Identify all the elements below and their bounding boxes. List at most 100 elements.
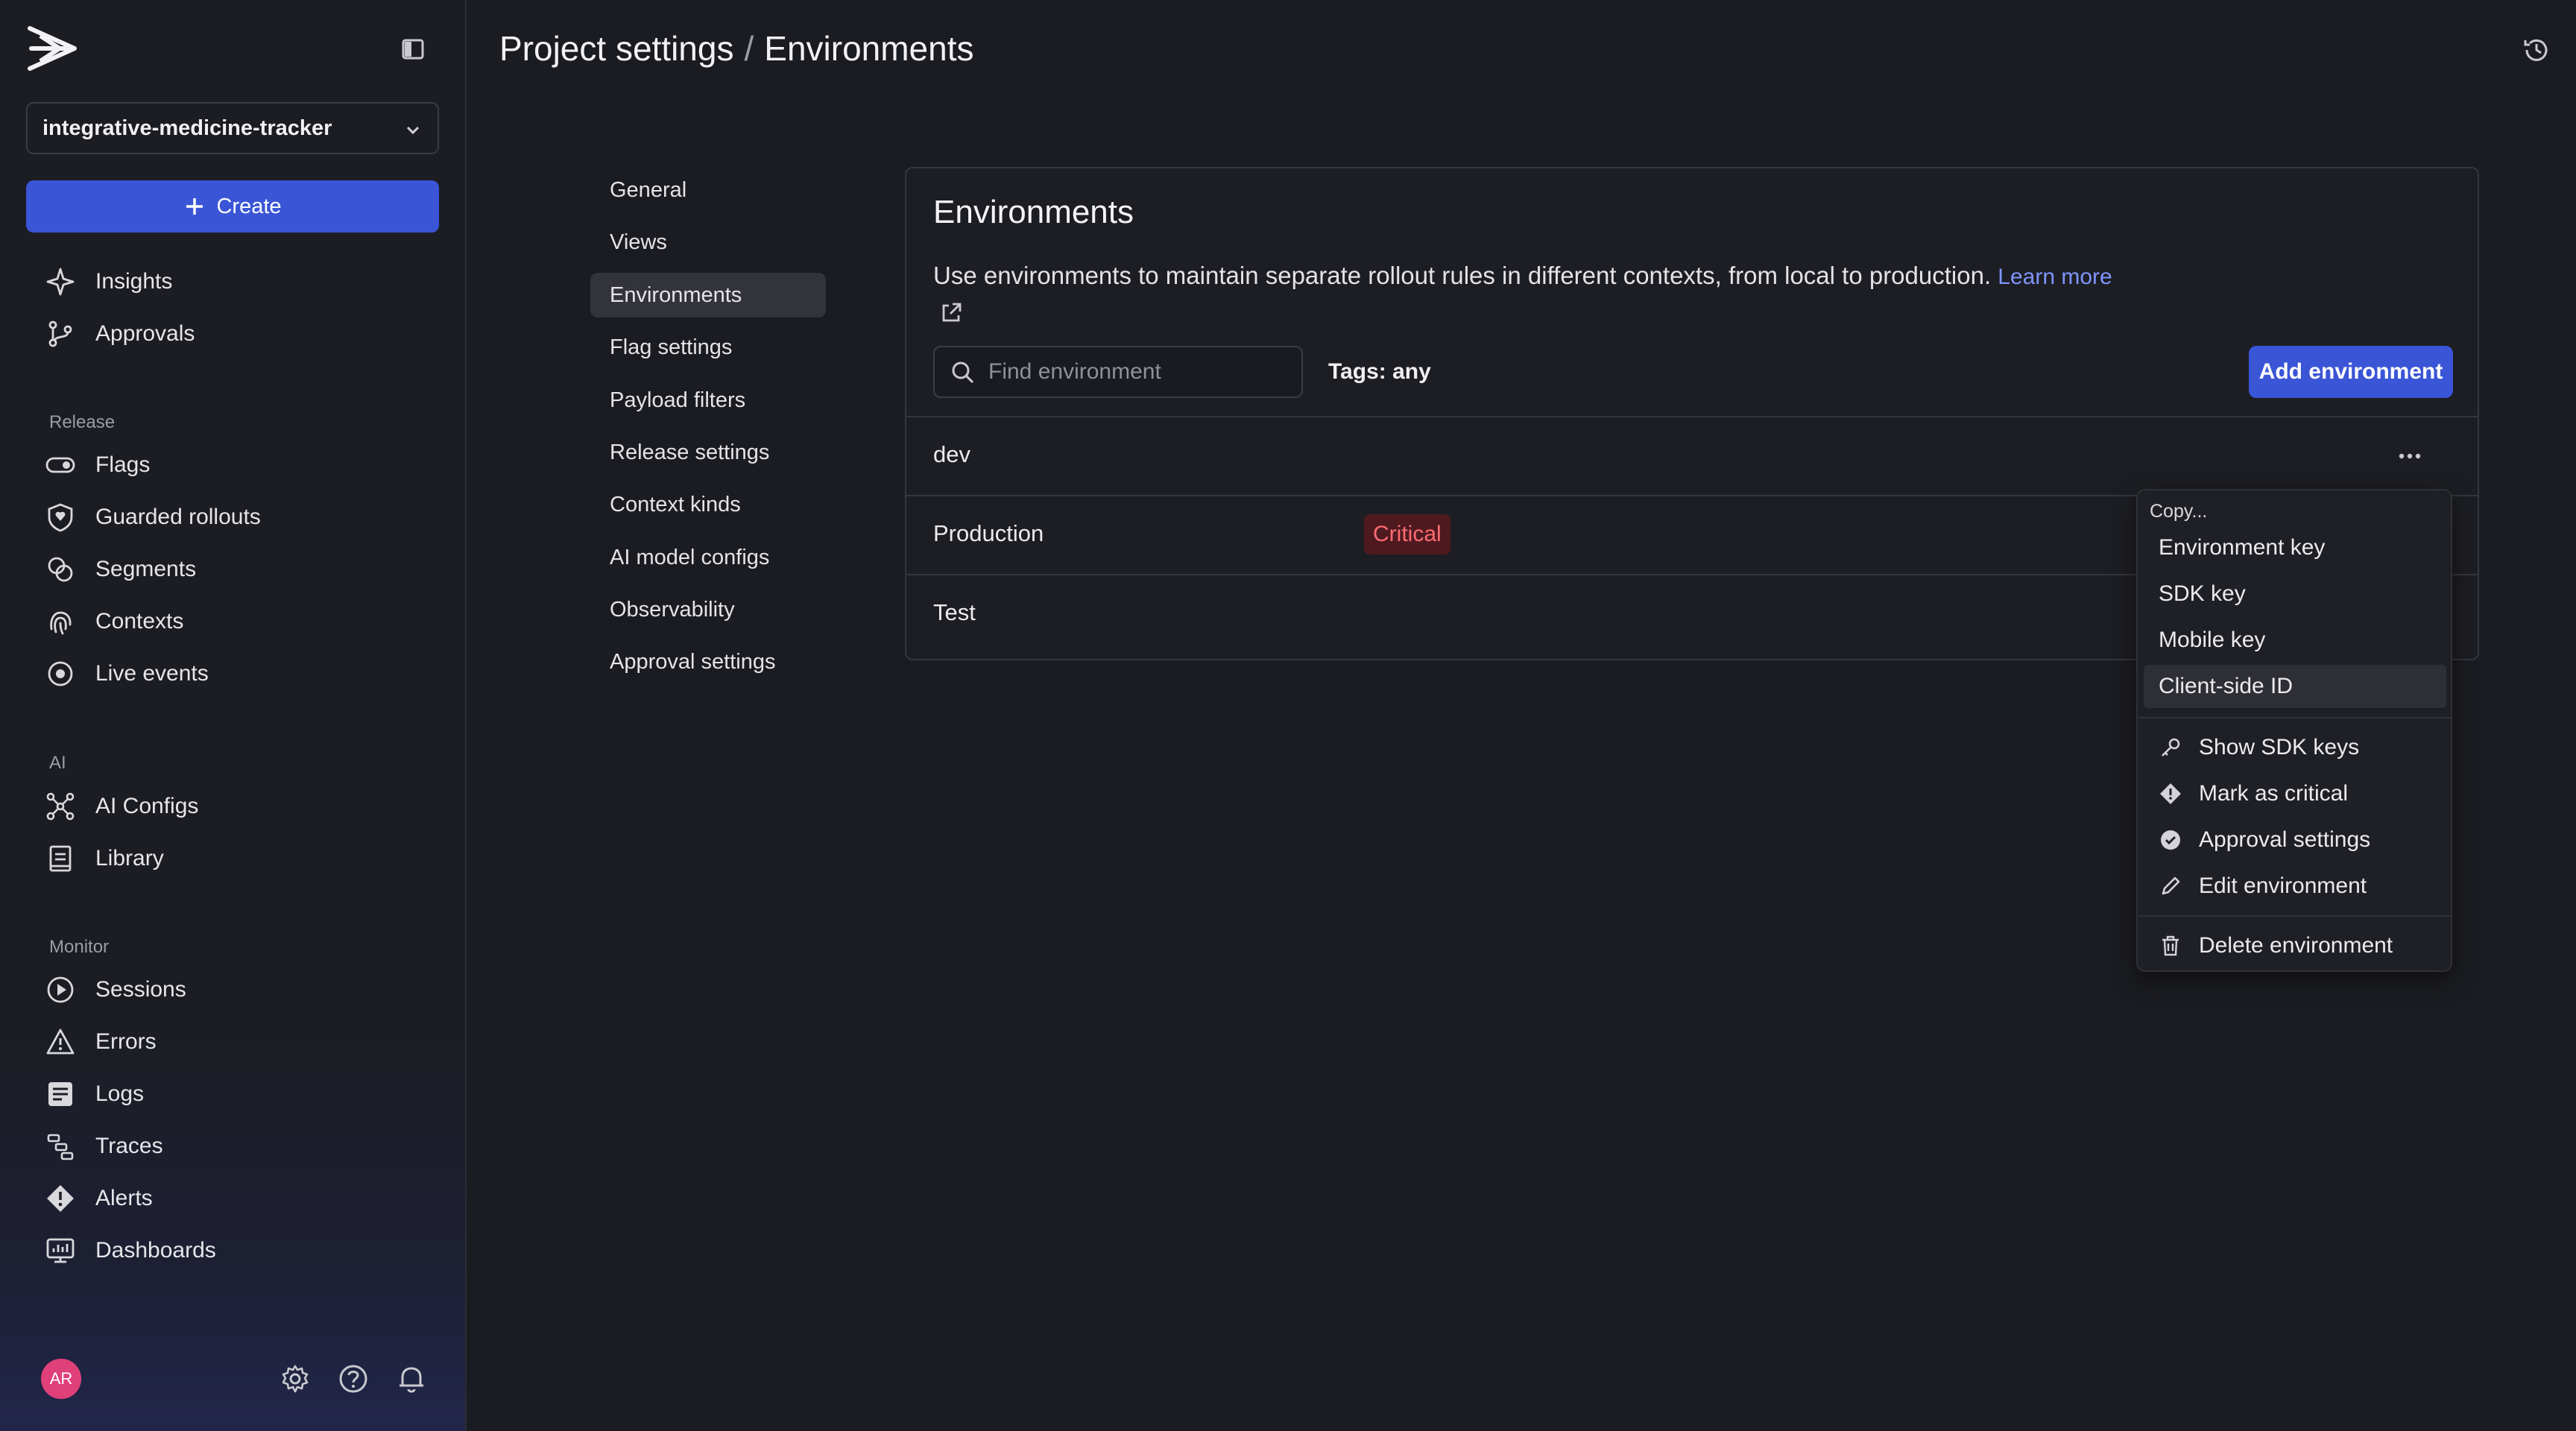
menu-item-approval-settings[interactable]: Approval settings xyxy=(2144,818,2446,862)
sidebar-item-contexts[interactable]: Contexts xyxy=(45,601,183,642)
create-label: Create xyxy=(216,194,282,218)
segments-icon xyxy=(45,554,76,585)
sidebar-item-ai-configs[interactable]: AI Configs xyxy=(45,786,198,827)
dashboard-icon xyxy=(45,1235,76,1266)
sidebar-item-label: Alerts xyxy=(95,1186,153,1210)
project-selector[interactable]: integrative-medicine-tracker xyxy=(26,102,439,154)
environment-name: Test xyxy=(933,599,976,625)
table-row[interactable]: dev xyxy=(906,416,2478,495)
play-icon xyxy=(45,974,76,1005)
menu-item-delete-environment[interactable]: Delete environment xyxy=(2144,924,2446,967)
sidebar-item-dashboards[interactable]: Dashboards xyxy=(45,1230,216,1272)
help-icon[interactable] xyxy=(337,1362,370,1395)
diamond-alert-icon xyxy=(2159,782,2182,806)
sidebar-collapse-icon[interactable] xyxy=(401,37,425,61)
external-link-icon[interactable] xyxy=(938,300,965,326)
sidebar-item-label: Sessions xyxy=(95,977,186,1002)
breadcrumb: Project settings / Environments xyxy=(499,28,974,69)
shield-icon xyxy=(45,502,76,533)
breadcrumb-separator: / xyxy=(744,29,754,68)
menu-item-copy-mobile-key[interactable]: Mobile key xyxy=(2144,619,2446,662)
sidebar-item-label: Guarded rollouts xyxy=(95,505,261,529)
more-options-icon[interactable] xyxy=(2393,441,2427,471)
sidebar-item-label: Dashboards xyxy=(95,1238,216,1263)
section-label-release: Release xyxy=(49,412,116,432)
sidebar-item-sessions[interactable]: Sessions xyxy=(45,969,186,1011)
sparkle-icon xyxy=(45,266,76,297)
menu-item-label: Approval settings xyxy=(2199,827,2371,852)
sidebar-item-label: Contexts xyxy=(95,609,184,634)
create-button[interactable]: Create xyxy=(26,180,439,233)
menu-item-label: Edit environment xyxy=(2199,874,2367,898)
sidebar-item-flags[interactable]: Flags xyxy=(45,444,150,486)
warning-icon xyxy=(45,1026,76,1058)
menu-item-copy-client-side-id[interactable]: Client-side ID xyxy=(2144,665,2446,708)
menu-item-copy-sdk-key[interactable]: SDK key xyxy=(2144,572,2446,616)
environment-actions-menu: Copy... Environment key SDK key Mobile k… xyxy=(2136,489,2452,972)
settings-nav-environments[interactable]: Environments xyxy=(590,273,826,318)
section-label-ai: AI xyxy=(49,753,66,773)
chevron-down-icon xyxy=(403,120,423,139)
sidebar-item-errors[interactable]: Errors xyxy=(45,1021,157,1063)
fingerprint-icon xyxy=(45,606,76,637)
add-environment-button[interactable]: Add environment xyxy=(2249,346,2453,398)
book-icon xyxy=(45,843,76,874)
network-icon xyxy=(45,791,76,822)
settings-nav-ai-model-configs[interactable]: AI model configs xyxy=(590,535,826,580)
logs-icon xyxy=(45,1078,76,1110)
sidebar: integrative-medicine-tracker Create Insi… xyxy=(0,0,467,1431)
search-placeholder: Find environment xyxy=(988,359,1161,384)
sidebar-item-segments[interactable]: Segments xyxy=(45,549,196,590)
settings-nav-payload-filters[interactable]: Payload filters xyxy=(590,378,826,423)
avatar[interactable]: AR xyxy=(41,1359,81,1399)
settings-nav-release-settings[interactable]: Release settings xyxy=(590,430,826,475)
menu-item-copy-environment-key[interactable]: Environment key xyxy=(2144,526,2446,569)
menu-divider xyxy=(2138,717,2451,718)
project-name: integrative-medicine-tracker xyxy=(42,116,332,140)
tags-filter[interactable]: Tags: any xyxy=(1328,359,1431,385)
alert-icon xyxy=(45,1183,76,1214)
menu-item-label: Show SDK keys xyxy=(2199,735,2360,759)
sidebar-item-traces[interactable]: Traces xyxy=(45,1125,163,1167)
settings-nav-context-kinds[interactable]: Context kinds xyxy=(590,482,826,527)
plus-icon xyxy=(183,195,206,218)
panel-description: Use environments to maintain separate ro… xyxy=(933,256,2275,297)
sidebar-item-logs[interactable]: Logs xyxy=(45,1073,144,1115)
menu-item-show-sdk-keys[interactable]: Show SDK keys xyxy=(2144,726,2446,769)
settings-nav-views[interactable]: Views xyxy=(590,220,826,265)
page-title: Environments xyxy=(764,29,974,68)
breadcrumb-parent[interactable]: Project settings xyxy=(499,28,733,69)
settings-nav-approval-settings[interactable]: Approval settings xyxy=(590,639,826,684)
learn-more-link[interactable]: Learn more xyxy=(1998,265,2112,289)
search-input[interactable]: Find environment xyxy=(933,346,1303,398)
description-text: Use environments to maintain separate ro… xyxy=(933,262,1992,289)
gear-icon[interactable] xyxy=(279,1362,312,1395)
settings-nav-observability[interactable]: Observability xyxy=(590,587,826,632)
check-badge-icon xyxy=(2159,828,2182,852)
sidebar-item-insights[interactable]: Insights xyxy=(45,261,172,303)
history-icon[interactable] xyxy=(2522,36,2551,64)
sidebar-item-label: Library xyxy=(95,846,164,871)
sidebar-item-label: Live events xyxy=(95,661,209,686)
sidebar-item-library[interactable]: Library xyxy=(45,838,164,879)
menu-item-edit-environment[interactable]: Edit environment xyxy=(2144,865,2446,908)
menu-item-label: Mark as critical xyxy=(2199,781,2349,806)
sidebar-item-approvals[interactable]: Approvals xyxy=(45,313,195,355)
sidebar-item-guarded-rollouts[interactable]: Guarded rollouts xyxy=(45,496,261,538)
key-icon xyxy=(2159,736,2182,759)
settings-nav-flag-settings[interactable]: Flag settings xyxy=(590,325,826,370)
menu-item-mark-as-critical[interactable]: Mark as critical xyxy=(2144,772,2446,815)
menu-header: Copy... xyxy=(2150,501,2208,522)
sidebar-item-label: Segments xyxy=(95,557,197,581)
sidebar-item-live-events[interactable]: Live events xyxy=(45,653,209,695)
live-icon xyxy=(45,658,76,689)
bell-icon[interactable] xyxy=(395,1362,428,1395)
environment-name: Production xyxy=(933,520,1044,546)
sidebar-item-label: Traces xyxy=(95,1134,163,1158)
app-logo[interactable] xyxy=(27,25,79,72)
sidebar-item-alerts[interactable]: Alerts xyxy=(45,1178,153,1219)
sidebar-item-label: Insights xyxy=(95,269,173,294)
sidebar-item-label: Approvals xyxy=(95,321,195,346)
settings-nav-general[interactable]: General xyxy=(590,168,826,212)
sidebar-item-label: Flags xyxy=(95,452,151,477)
